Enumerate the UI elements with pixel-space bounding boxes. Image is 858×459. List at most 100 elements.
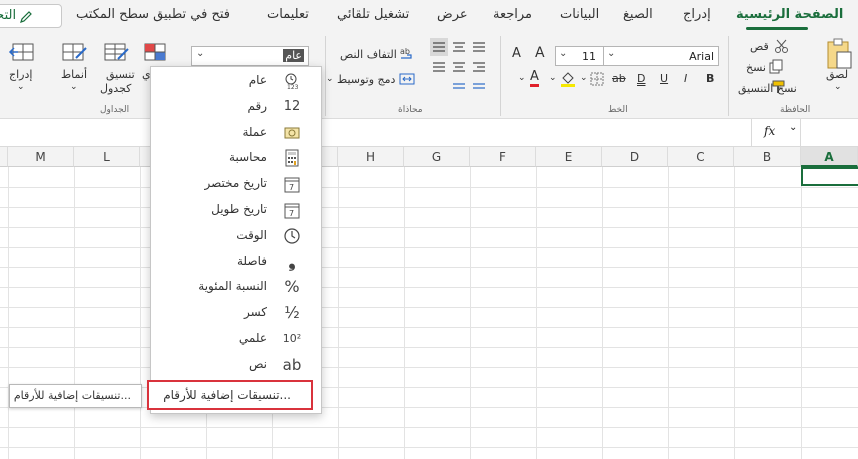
merge-center-button[interactable]: دمج وتوسيط	[337, 73, 395, 86]
tab-view[interactable]: عرض	[437, 7, 468, 22]
styles-group-label: الجداول	[100, 105, 130, 115]
font-color-button[interactable]: A	[530, 70, 539, 87]
number-format-item-label: تاريخ مختصر	[204, 176, 267, 191]
comma-icon: ❟	[288, 250, 296, 272]
number-format-item[interactable]: علمي 10²	[151, 326, 321, 352]
number-format-item[interactable]: كسر ½	[151, 300, 321, 326]
column-header-c[interactable]: C	[668, 147, 734, 167]
column-header-g[interactable]: G	[404, 147, 470, 167]
tab-automate[interactable]: تشغيل تلقائي	[337, 7, 409, 22]
styles-button-label[interactable]: أنماط	[61, 68, 87, 81]
tab-review[interactable]: مراجعة	[493, 7, 532, 22]
fill-color-icon[interactable]	[559, 70, 577, 88]
insert-cells-icon	[8, 43, 34, 61]
column-header-a[interactable]: A	[801, 147, 858, 167]
format-as-table-label[interactable]: تنسيق	[106, 68, 135, 81]
column-header-l[interactable]: L	[74, 147, 140, 167]
number-format-item[interactable]: تاريخ مختصر 7	[151, 171, 321, 197]
chevron-down-icon[interactable]: ⌄	[834, 82, 842, 92]
number-format-item[interactable]: نص ab	[151, 352, 321, 378]
number-format-item[interactable]: رقم 12	[151, 94, 321, 120]
paste-button[interactable]: لصق	[826, 68, 848, 81]
chevron-down-icon[interactable]: ⌄	[518, 73, 526, 83]
chevron-down-icon[interactable]: ⌄	[326, 74, 334, 84]
svg-text:7: 7	[289, 209, 294, 218]
clock-icon	[281, 225, 303, 247]
editing-mode-button[interactable]: التحر	[0, 4, 62, 28]
number-format-item[interactable]: محاسبة	[151, 145, 321, 171]
number-format-item[interactable]: تاريخ طويل 7	[151, 197, 321, 223]
alignment-group-label: محاذاة	[398, 105, 423, 115]
number-icon: 12	[283, 98, 301, 114]
formula-input[interactable]	[0, 119, 752, 146]
general-icon: 123	[281, 70, 303, 92]
tab-formulas[interactable]: الصيغ	[623, 7, 653, 22]
name-box[interactable]	[800, 119, 858, 146]
number-format-item-label: عام	[248, 73, 267, 87]
ribbon: إدراج ⌄ أنماط ⌄ تنسيق كجدول ي الجداول ⌄ …	[0, 32, 858, 119]
paste-icon	[827, 38, 852, 69]
active-cell[interactable]	[801, 167, 858, 186]
copy-button[interactable]: نسخ	[746, 61, 766, 74]
grid-column-line	[404, 167, 405, 459]
number-format-item-label: محاسبة	[229, 150, 267, 165]
alignment-icons[interactable]	[430, 38, 488, 98]
column-header-f[interactable]: F	[470, 147, 536, 167]
bold-button[interactable]: B	[706, 72, 714, 85]
number-format-item[interactable]: عملة	[151, 120, 321, 146]
more-number-formats-item[interactable]: تنسيقات إضافية للأرقام...	[147, 380, 313, 410]
cut-button[interactable]: قص	[750, 40, 769, 53]
font-size-select[interactable]: ⌄ 11	[555, 46, 605, 66]
number-format-select[interactable]: ⌄ عام	[191, 46, 309, 66]
more-number-formats-label: تنسيقات إضافية للأرقام...	[163, 388, 291, 402]
fx-icon[interactable]: fx	[764, 124, 775, 138]
number-format-item[interactable]: الوقت	[151, 223, 321, 249]
insert-button-label[interactable]: إدراج	[9, 68, 32, 81]
number-format-dropdown: عام 123 رقم 12 عملة محاسبة تاريخ مختصر 7 تاريخ ط…	[150, 66, 322, 414]
number-format-item[interactable]: فاصلة ❟	[151, 249, 321, 275]
column-header-h[interactable]: H	[338, 147, 404, 167]
grid-row-line	[0, 267, 858, 268]
grid-row-line	[0, 187, 858, 188]
chevron-down-icon[interactable]: ⌄	[17, 82, 25, 92]
chevron-down-icon: ⌄	[559, 48, 568, 59]
tab-home[interactable]: الصفحة الرئيسية	[736, 7, 843, 22]
grid-column-line	[140, 167, 141, 459]
shrink-font-button[interactable]: A	[535, 45, 545, 61]
underline-button[interactable]: U	[660, 72, 668, 85]
number-format-item-label: رقم	[247, 98, 267, 113]
column-header-d[interactable]: D	[602, 147, 668, 167]
tab-data[interactable]: البيانات	[560, 7, 599, 22]
chevron-down-icon[interactable]: ⌄	[789, 122, 797, 133]
italic-button[interactable]: I	[684, 72, 687, 85]
column-header-b[interactable]: B	[734, 147, 801, 167]
svg-text:123: 123	[287, 84, 299, 90]
column-header-m[interactable]: M	[8, 147, 74, 167]
cell-styles-icon	[62, 43, 87, 61]
number-format-item[interactable]: عام 123	[151, 68, 321, 94]
number-format-item[interactable]: النسبة المئوية%	[151, 274, 321, 300]
grid-row-line	[0, 247, 858, 248]
tab-insert[interactable]: إدراج	[683, 7, 711, 22]
spreadsheet-grid[interactable]: M L K J I H G F E D C B A	[0, 147, 858, 459]
wrap-text-button[interactable]: التفاف النص	[340, 48, 397, 61]
format-as-table-label-2[interactable]: كجدول	[100, 82, 131, 95]
menu-bar: التحر فتح في تطبيق سطح المكتب تعليمات تش…	[0, 0, 858, 32]
chevron-down-icon[interactable]: ⌄	[549, 73, 557, 83]
chevron-down-icon[interactable]: ⌄	[70, 82, 78, 92]
column-header-e[interactable]: E	[536, 147, 602, 167]
grid-row-line	[0, 367, 858, 368]
wrap-text-icon: ab	[400, 47, 412, 59]
grow-font-button[interactable]: A	[512, 46, 521, 61]
tab-help[interactable]: تعليمات	[267, 7, 309, 22]
accounting-icon	[281, 147, 303, 169]
tab-open-desktop[interactable]: فتح في تطبيق سطح المكتب	[76, 7, 230, 22]
double-underline-button[interactable]: D	[637, 72, 645, 85]
strikethrough-button[interactable]: ab	[612, 72, 626, 85]
font-name-select[interactable]: ⌄ Arial	[603, 46, 719, 66]
borders-icon[interactable]	[590, 72, 604, 86]
format-painter-button[interactable]: نسخ التنسيق	[738, 82, 797, 95]
calendar-icon: 7	[281, 173, 303, 195]
chevron-down-icon[interactable]: ⌄	[580, 73, 588, 83]
clipboard-group-label: الحافظة	[780, 105, 811, 115]
